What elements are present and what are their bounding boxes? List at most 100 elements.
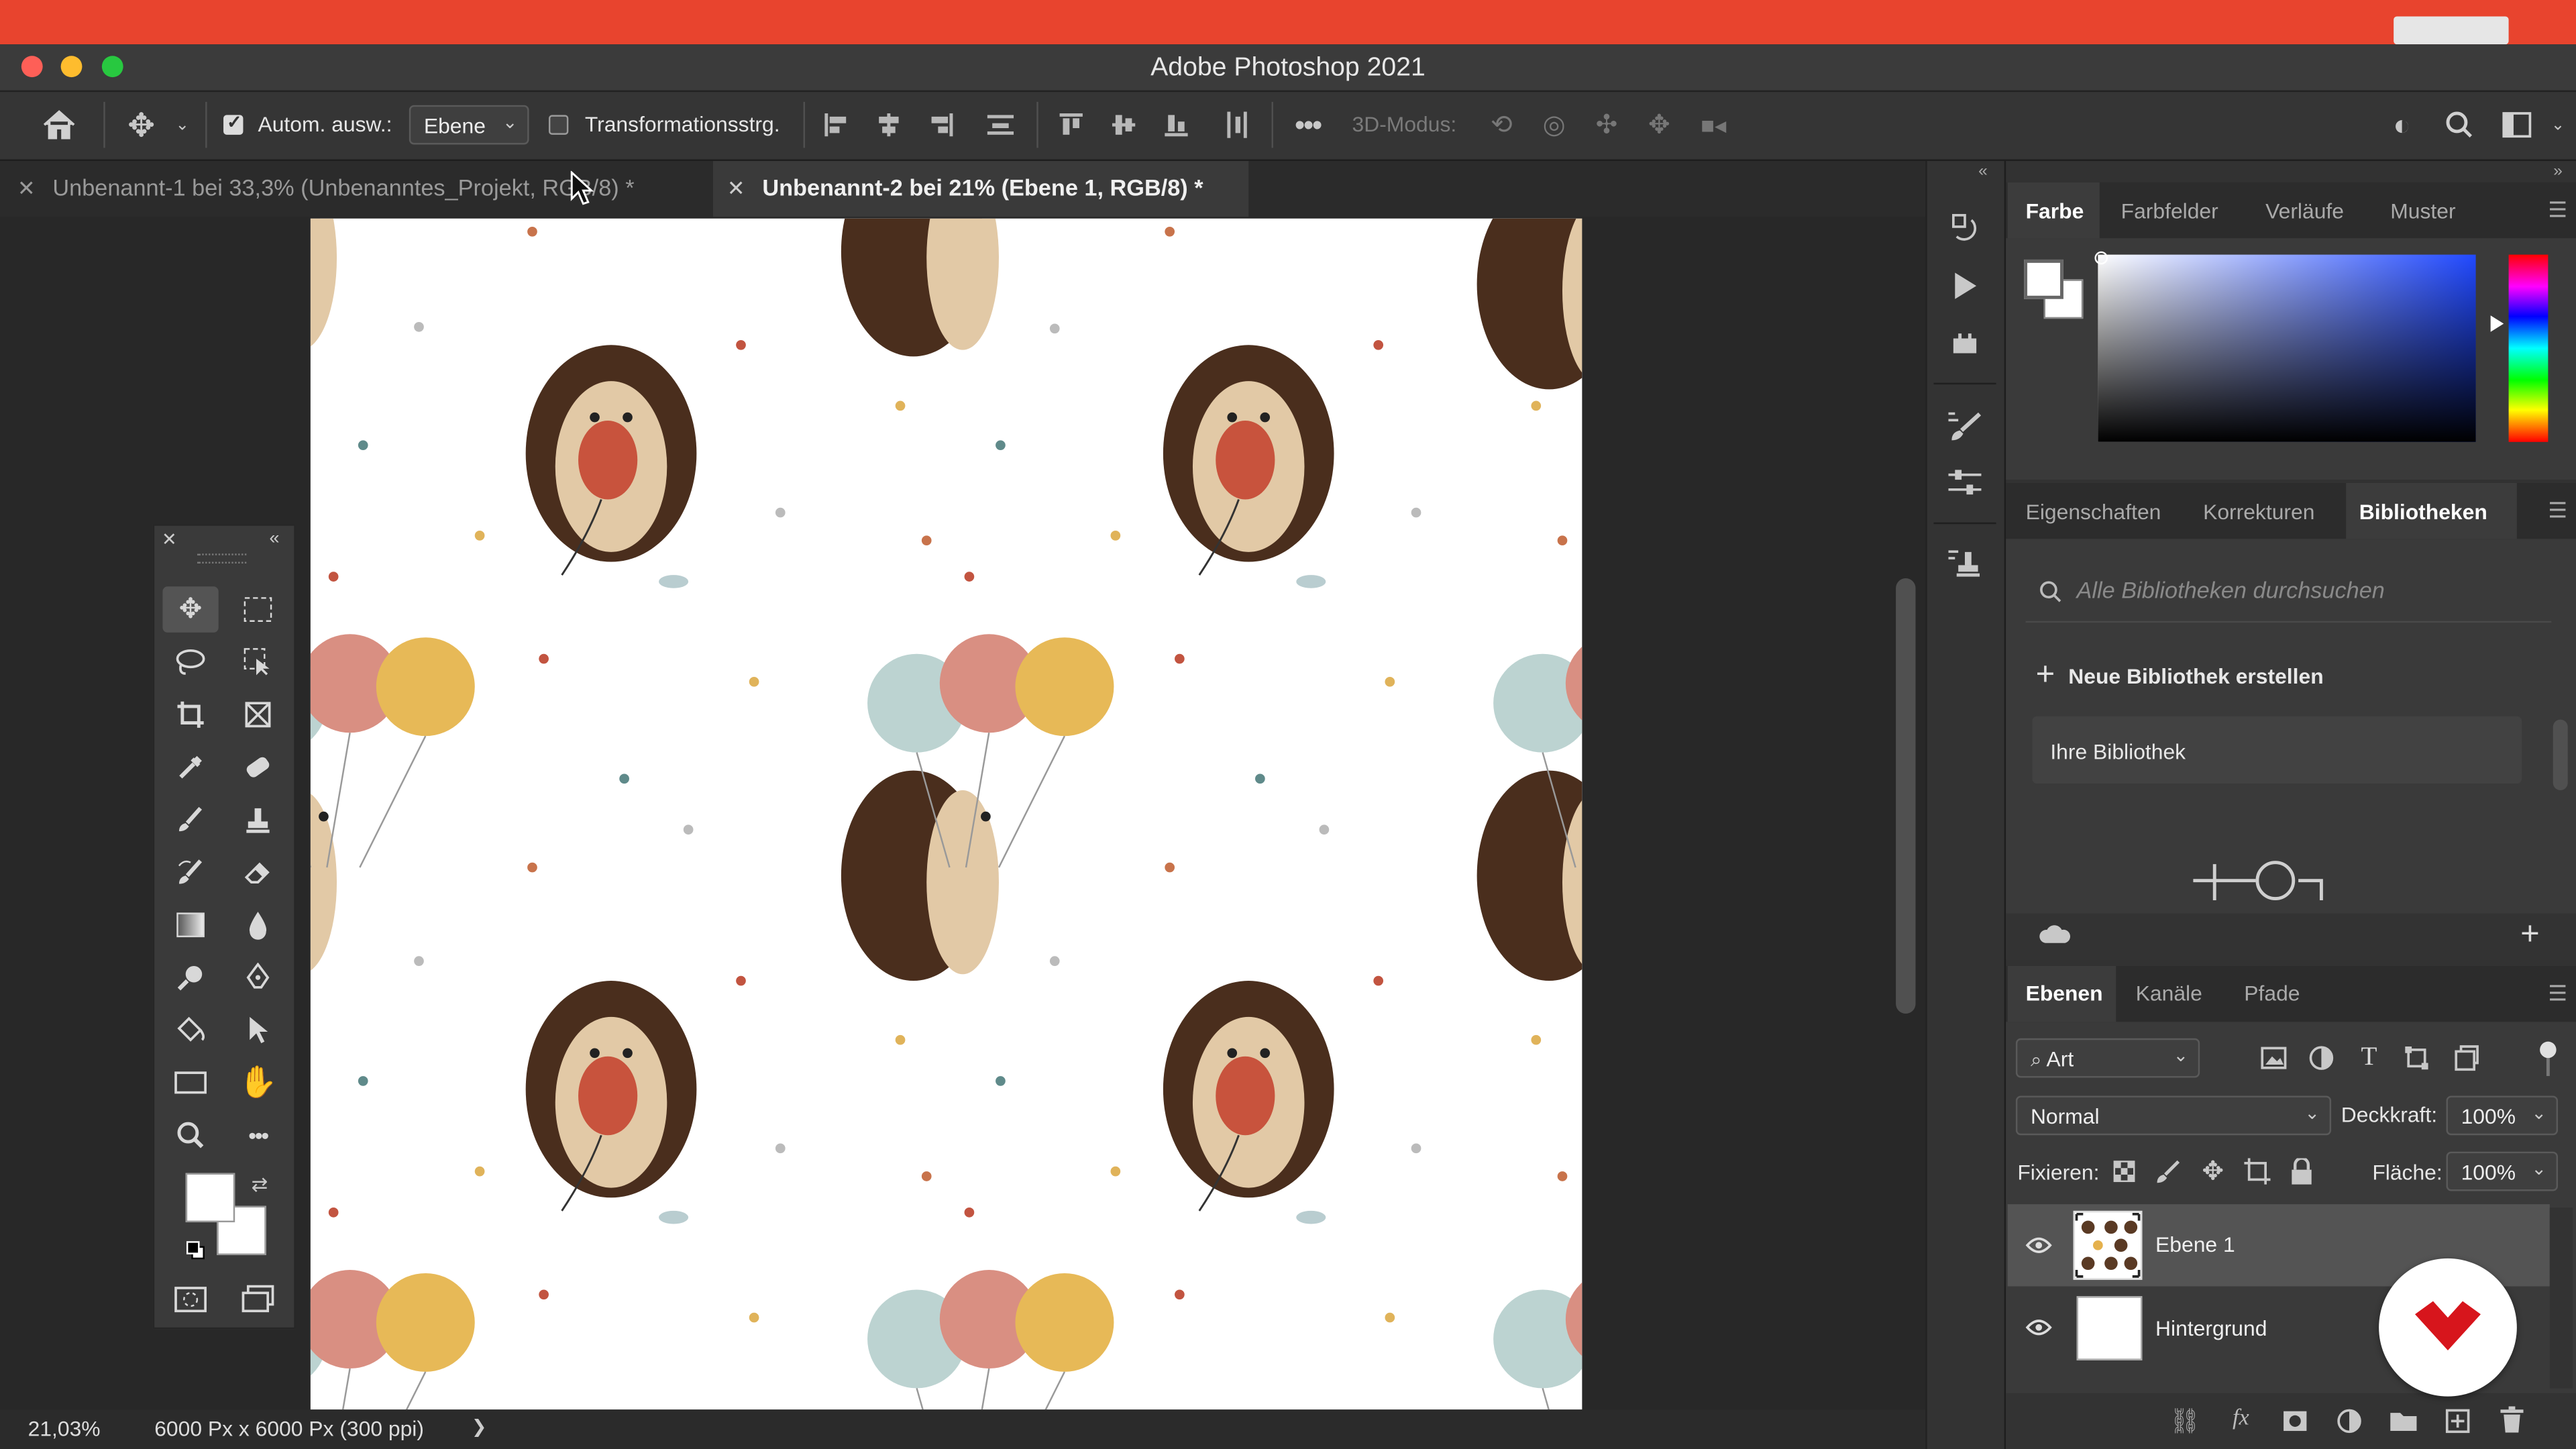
more-tools-icon[interactable]: •••: [230, 1112, 286, 1159]
workspace-chevron-icon[interactable]: ⌄: [2546, 112, 2569, 138]
lock-position-icon[interactable]: ✥: [2196, 1155, 2229, 1188]
auto-select-checkbox[interactable]: [223, 112, 244, 135]
3d-pan-icon[interactable]: ✣: [1589, 109, 1625, 142]
layer-name[interactable]: Ebene 1: [2155, 1232, 2235, 1257]
color-picker-field[interactable]: [2098, 254, 2476, 442]
distribute-vertical-icon[interactable]: [1221, 109, 1254, 142]
filter-smart-object-icon[interactable]: [2449, 1043, 2482, 1073]
close-tab-icon[interactable]: ✕: [15, 176, 38, 202]
filter-pixel-icon[interactable]: [2257, 1043, 2290, 1073]
collapse-toolbar-icon[interactable]: «: [263, 527, 286, 550]
path-selection-icon[interactable]: [230, 1007, 286, 1053]
share-account-icon[interactable]: ◐: [2382, 105, 2422, 145]
add-library-item-icon[interactable]: +: [2514, 916, 2546, 953]
align-right-icon[interactable]: [925, 109, 958, 142]
brush-icon[interactable]: [162, 797, 218, 843]
gradient-icon[interactable]: [162, 902, 218, 948]
default-colors-icon[interactable]: [184, 1239, 207, 1262]
align-left-icon[interactable]: [820, 109, 853, 142]
rectangle-icon[interactable]: [162, 1060, 218, 1106]
layers-panel-menu-icon[interactable]: ☰: [2548, 981, 2567, 1007]
screen-mode-icon[interactable]: [230, 1277, 286, 1323]
status-menu-arrow[interactable]: ❯: [472, 1416, 487, 1437]
lock-all-icon[interactable]: [2287, 1155, 2316, 1188]
align-bottom-icon[interactable]: [1160, 109, 1193, 142]
clone-stamp-icon[interactable]: [230, 797, 286, 843]
fill-field[interactable]: 100% ⌄: [2446, 1151, 2559, 1191]
zoom-level[interactable]: 21,03%: [28, 1416, 101, 1441]
tab-pfade[interactable]: Pfade: [2244, 981, 2300, 1006]
library-panel-menu-icon[interactable]: ☰: [2548, 498, 2567, 524]
tab-verlaeufe[interactable]: Verläufe: [2265, 199, 2344, 223]
color-panel-menu-icon[interactable]: ☰: [2548, 197, 2567, 223]
clone-source-icon[interactable]: [1940, 542, 1989, 585]
expand-panels-icon[interactable]: »: [2546, 161, 2569, 180]
add-mask-icon[interactable]: [2277, 1405, 2313, 1438]
rectangular-marquee-icon[interactable]: [230, 586, 286, 633]
align-middle-vertical-icon[interactable]: [1108, 109, 1140, 142]
tab-kanaele[interactable]: Kanäle: [2136, 981, 2202, 1006]
chevron-down-icon[interactable]: ⌄: [171, 112, 194, 138]
eraser-icon[interactable]: [230, 849, 286, 896]
tab-korrekturen[interactable]: Korrekturen: [2203, 499, 2314, 524]
delete-layer-icon[interactable]: [2494, 1403, 2530, 1436]
tab-bibliotheken-label[interactable]: Bibliotheken: [2359, 499, 2487, 524]
color-picker-handle[interactable]: [2094, 251, 2108, 265]
library-scrollbar[interactable]: [2553, 719, 2568, 790]
hand-icon[interactable]: ✋: [230, 1060, 286, 1106]
layer-thumbnail-hintergrund[interactable]: [2076, 1296, 2143, 1360]
history-panel-icon[interactable]: [1940, 207, 1989, 250]
crop-icon[interactable]: [162, 692, 218, 738]
3d-roll-icon[interactable]: ◎: [1536, 109, 1572, 142]
eye-icon[interactable]: [2023, 1313, 2055, 1342]
hue-slider-handle[interactable]: [2490, 315, 2504, 332]
close-toolbar-icon[interactable]: ✕: [160, 527, 179, 550]
layer-name[interactable]: Hintergrund: [2155, 1316, 2267, 1341]
new-library-button[interactable]: Neue Bibliothek erstellen: [2068, 663, 2323, 688]
eyedropper-icon[interactable]: [162, 744, 218, 790]
3d-camera-icon[interactable]: ■◂: [1694, 109, 1733, 142]
opacity-field[interactable]: 100% ⌄: [2446, 1095, 2559, 1136]
more-options-icon[interactable]: •••: [1288, 107, 1328, 142]
frame-icon[interactable]: [230, 692, 286, 738]
library-item-label[interactable]: Ihre Bibliothek: [2050, 739, 2186, 764]
adjustment-layer-icon[interactable]: [2331, 1405, 2367, 1438]
tab-muster[interactable]: Muster: [2390, 199, 2455, 223]
dodge-icon[interactable]: [162, 955, 218, 1001]
document-canvas[interactable]: [310, 218, 1582, 1410]
link-layers-icon[interactable]: ⛓: [2167, 1405, 2203, 1438]
align-center-horizontal-icon[interactable]: [872, 109, 905, 142]
quick-mask-icon[interactable]: [162, 1277, 218, 1323]
new-group-icon[interactable]: [2385, 1405, 2422, 1438]
zoom-icon[interactable]: [162, 1112, 218, 1159]
hue-slider[interactable]: [2508, 254, 2548, 442]
tab-label[interactable]: Unbenannt-2 bei 21% (Ebene 1, RGB/8) *: [762, 161, 1203, 217]
filter-shape-icon[interactable]: [2400, 1043, 2433, 1073]
tab-farbfelder[interactable]: Farbfelder: [2121, 199, 2218, 223]
object-selection-icon[interactable]: [230, 639, 286, 686]
history-brush-icon[interactable]: [162, 849, 218, 896]
adjustments-panel-icon[interactable]: [1940, 462, 1989, 504]
paint-bucket-icon[interactable]: [162, 1007, 218, 1053]
library-search-placeholder[interactable]: Alle Bibliotheken durchsuchen: [2077, 577, 2385, 603]
plugins-icon[interactable]: [1940, 322, 1989, 365]
move-tool-icon[interactable]: ✥: [121, 105, 161, 145]
blend-mode-dropdown[interactable]: Normal ⌄: [2015, 1095, 2332, 1136]
lock-transparent-pixels-icon[interactable]: [2109, 1157, 2139, 1186]
3d-rotate-icon[interactable]: ⟲: [1483, 109, 1519, 142]
lasso-icon[interactable]: [162, 639, 218, 686]
actions-play-icon[interactable]: [1940, 264, 1989, 307]
swap-colors-icon[interactable]: ⇄: [246, 1171, 272, 1197]
pen-icon[interactable]: [230, 955, 286, 1001]
move-tool-icon[interactable]: ✥: [162, 586, 219, 633]
workspace-icon[interactable]: [2497, 105, 2536, 145]
auto-select-dropdown[interactable]: Ebene ⌄: [409, 105, 529, 145]
3d-slide-icon[interactable]: ✥: [1642, 109, 1678, 142]
layer-effects-icon[interactable]: fx: [2222, 1403, 2259, 1436]
toolbar-grip[interactable]: [197, 553, 247, 564]
tab-ebenen-label[interactable]: Ebenen: [2026, 981, 2103, 1006]
lock-artboard-icon[interactable]: [2243, 1157, 2272, 1186]
transform-controls-checkbox[interactable]: [548, 115, 569, 135]
distribute-icon[interactable]: [984, 109, 1017, 142]
vertical-scrollbar[interactable]: [1896, 578, 1916, 1014]
